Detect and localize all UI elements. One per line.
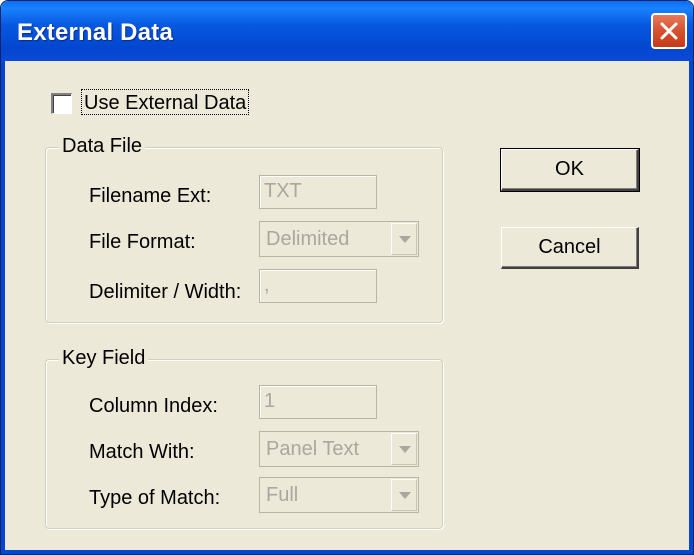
column-index-label: Column Index:	[89, 395, 218, 417]
type-of-match-label: Type of Match:	[89, 487, 221, 509]
use-external-data-checkbox[interactable]	[51, 93, 72, 114]
match-with-select[interactable]: Panel Text	[259, 431, 419, 467]
delimiter-width-label: Delimiter / Width:	[89, 281, 242, 303]
dialog-window: External Data Use External Data Data Fil…	[0, 0, 694, 555]
close-icon	[660, 22, 678, 40]
file-format-value: Delimited	[266, 228, 350, 250]
ok-button[interactable]: OK	[500, 148, 640, 192]
file-format-select[interactable]: Delimited	[259, 221, 419, 257]
chevron-down-icon	[399, 236, 411, 243]
data-file-group-title: Data File	[59, 135, 146, 158]
close-button[interactable]	[651, 13, 687, 49]
match-with-dropdown-button[interactable]	[391, 433, 417, 465]
filename-ext-input[interactable]: TXT	[259, 175, 377, 209]
key-field-group-title: Key Field	[59, 347, 149, 370]
window-title: External Data	[17, 19, 173, 46]
chevron-down-icon	[399, 492, 411, 499]
file-format-dropdown-button[interactable]	[391, 223, 417, 255]
use-external-data-label[interactable]: Use External Data	[81, 89, 250, 115]
match-with-label: Match With:	[89, 441, 195, 463]
column-index-input[interactable]: 1	[259, 385, 377, 419]
filename-ext-label: Filename Ext:	[89, 185, 212, 207]
chevron-down-icon	[399, 446, 411, 453]
match-with-value: Panel Text	[266, 438, 360, 460]
title-bar[interactable]: External Data	[1, 1, 693, 61]
type-of-match-select[interactable]: Full	[259, 477, 419, 513]
type-of-match-dropdown-button[interactable]	[391, 479, 417, 511]
file-format-label: File Format:	[89, 231, 196, 253]
type-of-match-value: Full	[266, 484, 299, 506]
cancel-button[interactable]: Cancel	[501, 227, 639, 269]
delimiter-width-input[interactable]: ,	[259, 269, 377, 303]
